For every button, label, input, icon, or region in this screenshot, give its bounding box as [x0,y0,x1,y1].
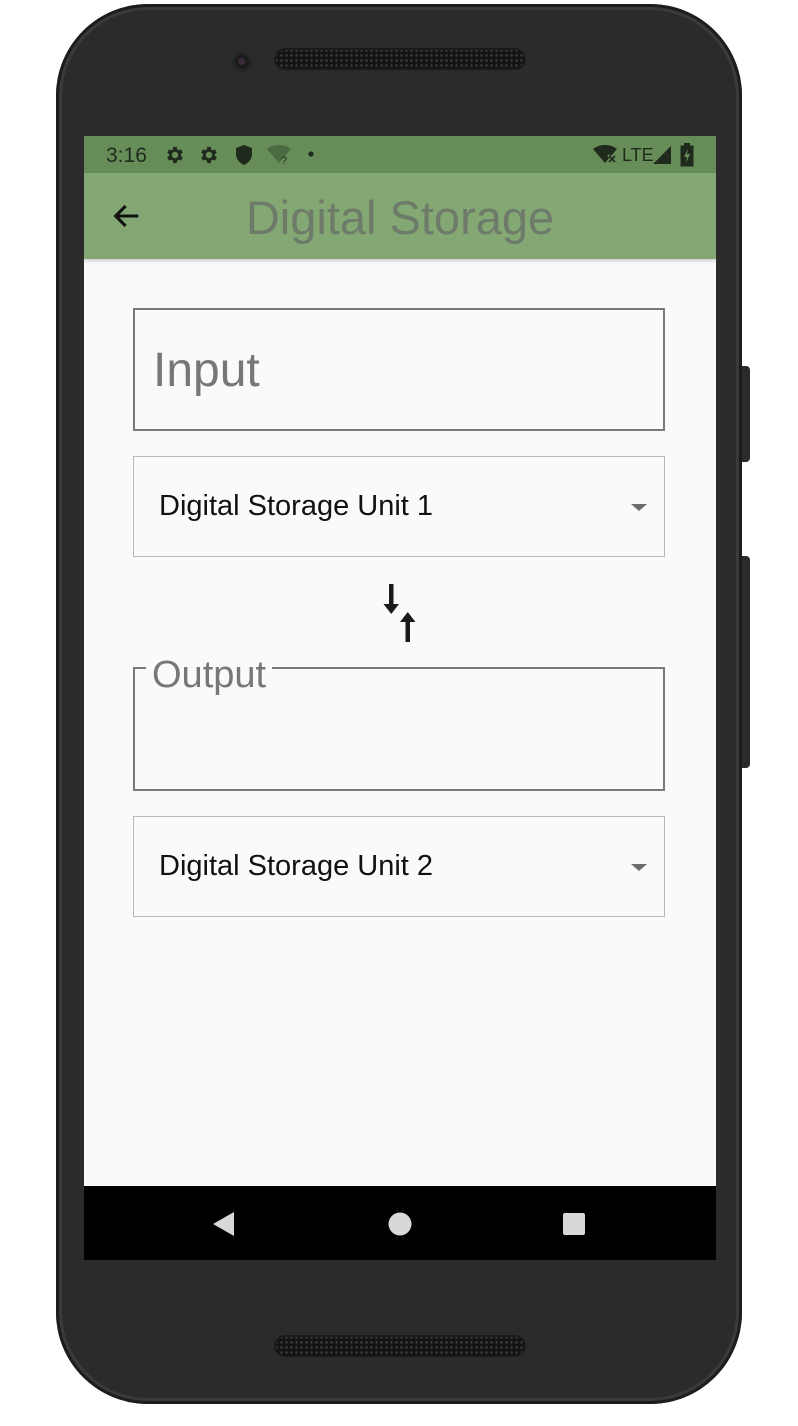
unit-from-dropdown[interactable]: Digital Storage Unit 1 [133,456,665,557]
gear-icon [201,146,217,164]
unit-from-value: Digital Storage Unit 1 [159,490,434,522]
home-circle-icon[interactable] [387,1211,413,1237]
front-camera [232,52,252,72]
unit-to-value: Digital Storage Unit 2 [159,850,434,882]
wifi-question-icon: ? [267,145,291,165]
chevron-down-icon [631,864,647,871]
back-triangle-icon[interactable] [212,1211,236,1237]
input-field[interactable]: Input [133,308,665,431]
app-bar: Digital Storage [84,173,716,259]
unit-to-dropdown[interactable]: Digital Storage Unit 2 [133,816,665,917]
swap-vertical-icon[interactable] [380,584,420,642]
svg-text:?: ? [281,155,287,165]
battery-icon [680,143,694,167]
chevron-down-icon [631,504,647,511]
wifi-off-icon [593,145,617,164]
app-screen: 3:16 ? LTE Digital Storage Input Digital… [84,136,716,1260]
input-placeholder: Input [153,344,260,397]
top-speaker [274,48,526,70]
network-type-label: LTE [622,145,654,165]
gear-icon [167,146,183,164]
power-button [742,556,750,768]
bottom-speaker [274,1335,526,1357]
volume-button [742,366,750,462]
status-time: 3:16 [106,144,147,167]
page-title: Digital Storage [245,191,555,244]
status-bar: 3:16 ? LTE [84,136,716,173]
shield-icon [236,145,252,165]
signal-icon [653,146,671,164]
output-label: Output [146,654,273,697]
system-nav-bar [84,1186,716,1260]
dot-icon [308,151,314,157]
recents-square-icon[interactable] [562,1212,586,1236]
